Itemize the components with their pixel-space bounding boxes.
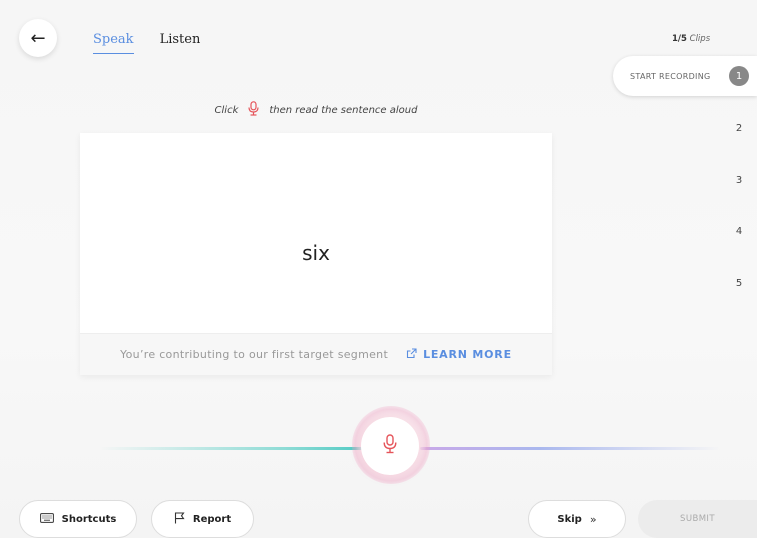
mode-tabs: Speak Listen (93, 32, 200, 54)
instruction: Click then read the sentence aloud (0, 101, 632, 120)
tab-speak[interactable]: Speak (93, 32, 134, 54)
external-link-icon (406, 347, 417, 362)
double-chevron-right-icon: » (589, 512, 597, 526)
card-footer: You’re contributing to our first target … (80, 333, 552, 375)
sentence-text: six (302, 241, 330, 265)
clips-current: 1/5 (672, 34, 687, 44)
flag-icon (174, 511, 185, 527)
clips-counter: 1/5 Clips (672, 34, 710, 44)
record-button[interactable] (361, 417, 419, 475)
submit-label: SUBMIT (680, 514, 715, 524)
skip-button[interactable]: Skip » (528, 500, 626, 538)
clips-suffix: Clips (689, 34, 711, 44)
report-label: Report (192, 513, 232, 525)
microphone-icon (248, 101, 259, 120)
step-3: 3 (735, 175, 743, 186)
step-1: 1 (729, 66, 749, 86)
instruction-before: Click (214, 105, 239, 116)
step-2: 2 (735, 123, 743, 134)
sentence-card: six You’re contributing to our first tar… (80, 133, 552, 375)
report-button[interactable]: Report (151, 500, 254, 538)
microphone-icon (383, 434, 397, 458)
waveform-left (100, 447, 362, 450)
waveform-right (420, 447, 720, 450)
shortcuts-label: Shortcuts (61, 513, 117, 525)
start-recording-label: START RECORDING (630, 71, 711, 81)
shortcuts-button[interactable]: Shortcuts (19, 500, 137, 538)
learn-more-link[interactable]: LEARN MORE (406, 347, 512, 362)
step-4: 4 (735, 226, 743, 237)
arrow-left-icon: ← (30, 27, 46, 49)
tab-listen[interactable]: Listen (160, 32, 201, 54)
keyboard-icon (39, 512, 54, 526)
submit-button[interactable]: SUBMIT (638, 500, 757, 538)
back-button[interactable]: ← (19, 19, 57, 57)
learn-more-label: LEARN MORE (423, 348, 512, 361)
instruction-after: then read the sentence aloud (269, 105, 418, 116)
step-5: 5 (735, 278, 743, 289)
skip-label: Skip (557, 513, 582, 525)
contribution-text: You’re contributing to our first target … (120, 348, 389, 361)
